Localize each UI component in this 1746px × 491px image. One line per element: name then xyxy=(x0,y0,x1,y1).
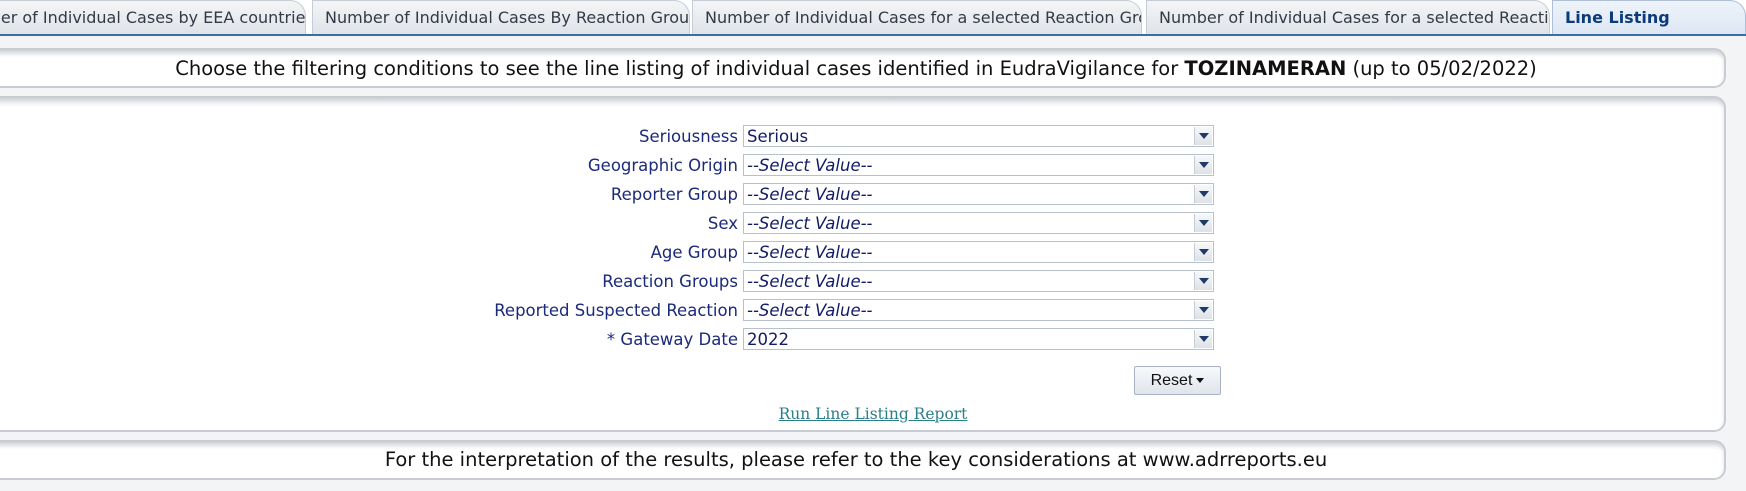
sex-select[interactable]: --Select Value-- xyxy=(743,212,1214,234)
reaction-groups-value: --Select Value-- xyxy=(747,272,873,291)
reset-label: Reset xyxy=(1150,372,1193,389)
dropdown-arrow-icon[interactable] xyxy=(1194,330,1212,348)
gateway-date-select[interactable]: 2022 xyxy=(743,328,1214,350)
age-group-select[interactable]: --Select Value-- xyxy=(743,241,1214,263)
tab-selected-reaction[interactable]: Number of Individual Cases for a selecte… xyxy=(1146,0,1550,34)
reported-suspected-reaction-select[interactable]: --Select Value-- xyxy=(743,299,1214,321)
gateway-date-value: 2022 xyxy=(747,330,789,349)
geographic-origin-value: --Select Value-- xyxy=(747,156,873,175)
filter-row-geographic-origin: Geographic Origin --Select Value-- xyxy=(0,154,1746,176)
tab-line-listing[interactable]: Line Listing xyxy=(1552,0,1746,34)
tab-reaction-groups[interactable]: Number of Individual Cases By Reaction G… xyxy=(312,0,690,34)
reporter-group-label: Reporter Group xyxy=(610,185,738,204)
age-group-value: --Select Value-- xyxy=(747,243,873,262)
reset-button[interactable]: Reset xyxy=(1134,366,1221,395)
geographic-origin-select[interactable]: --Select Value-- xyxy=(743,154,1214,176)
dropdown-arrow-icon[interactable] xyxy=(1194,156,1212,174)
dropdown-arrow-icon[interactable] xyxy=(1194,301,1212,319)
reporter-group-value: --Select Value-- xyxy=(747,185,873,204)
instructions-panel: Choose the filtering conditions to see t… xyxy=(0,48,1726,88)
dropdown-arrow-icon[interactable] xyxy=(1194,272,1212,290)
reported-suspected-reaction-label: Reported Suspected Reaction xyxy=(494,301,738,320)
instructions-prefix: Choose the filtering conditions to see t… xyxy=(175,57,1185,80)
footer-text: For the interpretation of the results, p… xyxy=(384,448,1328,471)
sex-label: Sex xyxy=(707,214,738,233)
product-name: TOZINAMERAN xyxy=(1184,57,1347,80)
filter-row-reaction-groups: Reaction Groups --Select Value-- xyxy=(0,270,1746,292)
footer-panel: For the interpretation of the results, p… xyxy=(0,440,1726,480)
dropdown-arrow-icon[interactable] xyxy=(1194,127,1212,145)
tab-selected-reaction-group[interactable]: Number of Individual Cases for a selecte… xyxy=(692,0,1142,34)
instructions-suffix: (up to 05/02/2022) xyxy=(1346,57,1537,80)
caret-down-icon xyxy=(1196,378,1205,384)
filter-row-reported-suspected-reaction: Reported Suspected Reaction --Select Val… xyxy=(0,299,1746,321)
sex-value: --Select Value-- xyxy=(747,214,873,233)
dropdown-arrow-icon[interactable] xyxy=(1194,214,1212,232)
dropdown-arrow-icon[interactable] xyxy=(1194,185,1212,203)
filter-row-sex: Sex --Select Value-- xyxy=(0,212,1746,234)
seriousness-value: Serious xyxy=(747,127,809,146)
run-line-listing-label[interactable]: Run Line Listing Report xyxy=(779,405,968,423)
dropdown-arrow-icon[interactable] xyxy=(1194,243,1212,261)
reaction-groups-select[interactable]: --Select Value-- xyxy=(743,270,1214,292)
filter-row-reporter-group: Reporter Group --Select Value-- xyxy=(0,183,1746,205)
reporter-group-select[interactable]: --Select Value-- xyxy=(743,183,1214,205)
run-line-listing-link[interactable]: Run Line Listing Report xyxy=(0,405,1746,423)
seriousness-label: Seriousness xyxy=(639,127,738,146)
seriousness-select[interactable]: Serious xyxy=(743,125,1214,147)
filter-row-age-group: Age Group --Select Value-- xyxy=(0,241,1746,263)
reported-suspected-reaction-value: --Select Value-- xyxy=(747,301,873,320)
filter-row-seriousness: Seriousness Serious xyxy=(0,125,1746,147)
filter-row-gateway-date: * Gateway Date 2022 xyxy=(0,328,1746,350)
reaction-groups-label: Reaction Groups xyxy=(602,272,738,291)
tab-eea-countries[interactable]: Number of Individual Cases by EEA countr… xyxy=(0,0,306,34)
tab-bar: Number of Individual Cases by EEA countr… xyxy=(0,0,1746,36)
instructions-text: Choose the filtering conditions to see t… xyxy=(0,57,1724,80)
gateway-date-label: * Gateway Date xyxy=(606,330,738,349)
geographic-origin-label: Geographic Origin xyxy=(587,156,738,175)
age-group-label: Age Group xyxy=(650,243,738,262)
